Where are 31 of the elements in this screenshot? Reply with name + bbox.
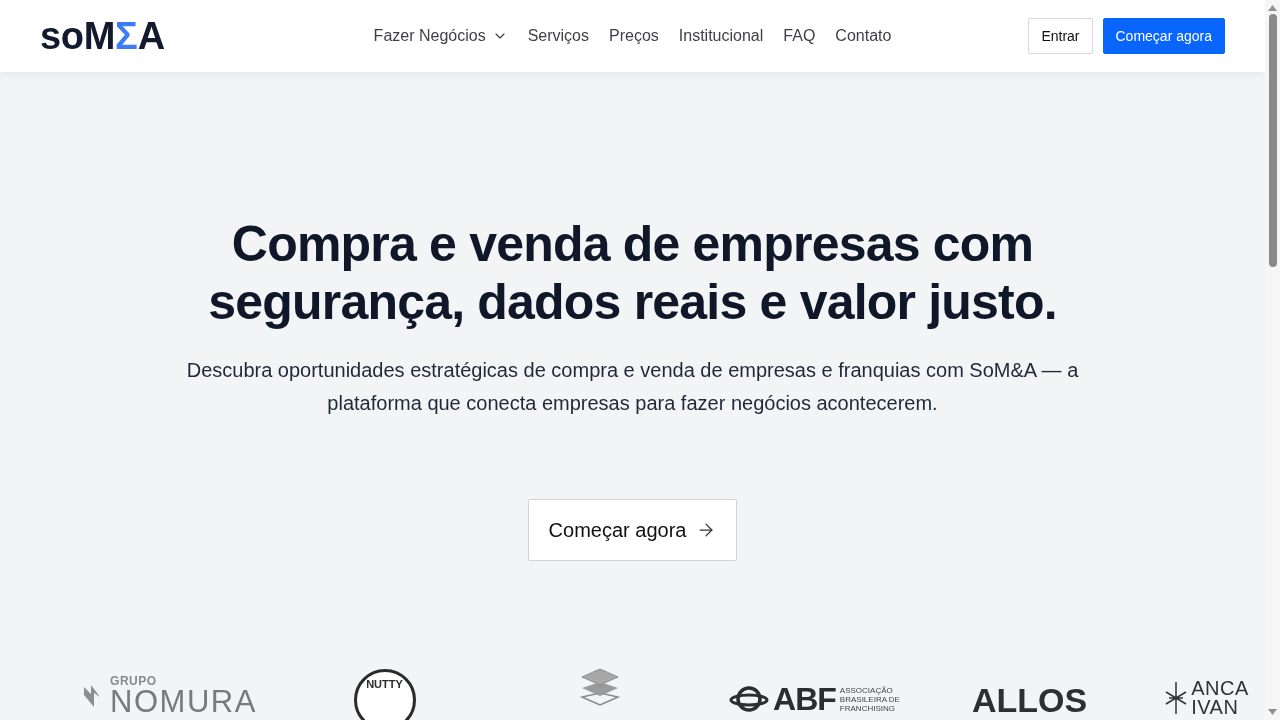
scroll-down-icon[interactable]: [1268, 709, 1277, 715]
logo-caption: ASSOCIAÇÃO: [839, 685, 894, 695]
nav-link[interactable]: FAQ: [783, 27, 816, 45]
logo-caption: GRUPO: [110, 675, 158, 687]
hero-subtitle: Descubra oportunidades estratégicas de compra e venda de empresas e franquias com SoM&A — a plataforma que conecta empresas para fazer negócios acontecerem.: [185, 358, 1080, 416]
nav-link[interactable]: Serviços: [527, 27, 589, 45]
logo-letters: A: [137, 17, 165, 55]
orbit-icon: [729, 684, 770, 714]
start-button[interactable]: Começar agora: [527, 499, 738, 561]
start-button[interactable]: Começar agora: [1102, 18, 1225, 54]
logo-wordmark: ANCA: [1191, 679, 1249, 698]
scroll-up-icon[interactable]: [1268, 5, 1277, 11]
nav-link[interactable]: Preços: [609, 27, 659, 45]
round-emblem: NUTTY: [353, 669, 416, 720]
hero-title: Compra e venda de empresas com segurança, dados reais e valor justo.: [207, 215, 1058, 331]
scrollbar-thumb[interactable]: [1268, 14, 1277, 267]
nav-link[interactable]: Institucional: [678, 27, 764, 45]
logo-wordmark: IVAN: [1191, 698, 1240, 717]
brand-logo[interactable]: soMΣA: [40, 17, 165, 55]
login-button[interactable]: Entrar: [1028, 18, 1093, 54]
logo-caption: BRASILEIRA DE: [839, 694, 900, 704]
logo-wordmark: ABF: [773, 683, 836, 715]
logo-caption: FRANCHISING: [839, 703, 896, 713]
nav-link[interactable]: Contato: [835, 27, 892, 45]
nav-dropdown[interactable]: Fazer Negócios: [373, 27, 508, 45]
logo-wordmark: NOMURA: [110, 687, 257, 716]
logo-wordmark: ALLOS: [971, 683, 1088, 717]
logo-letters: soM: [40, 17, 116, 55]
logo-letters: Σ: [115, 17, 138, 55]
starburst-icon: [1165, 680, 1188, 716]
layers-icon: [579, 667, 620, 707]
